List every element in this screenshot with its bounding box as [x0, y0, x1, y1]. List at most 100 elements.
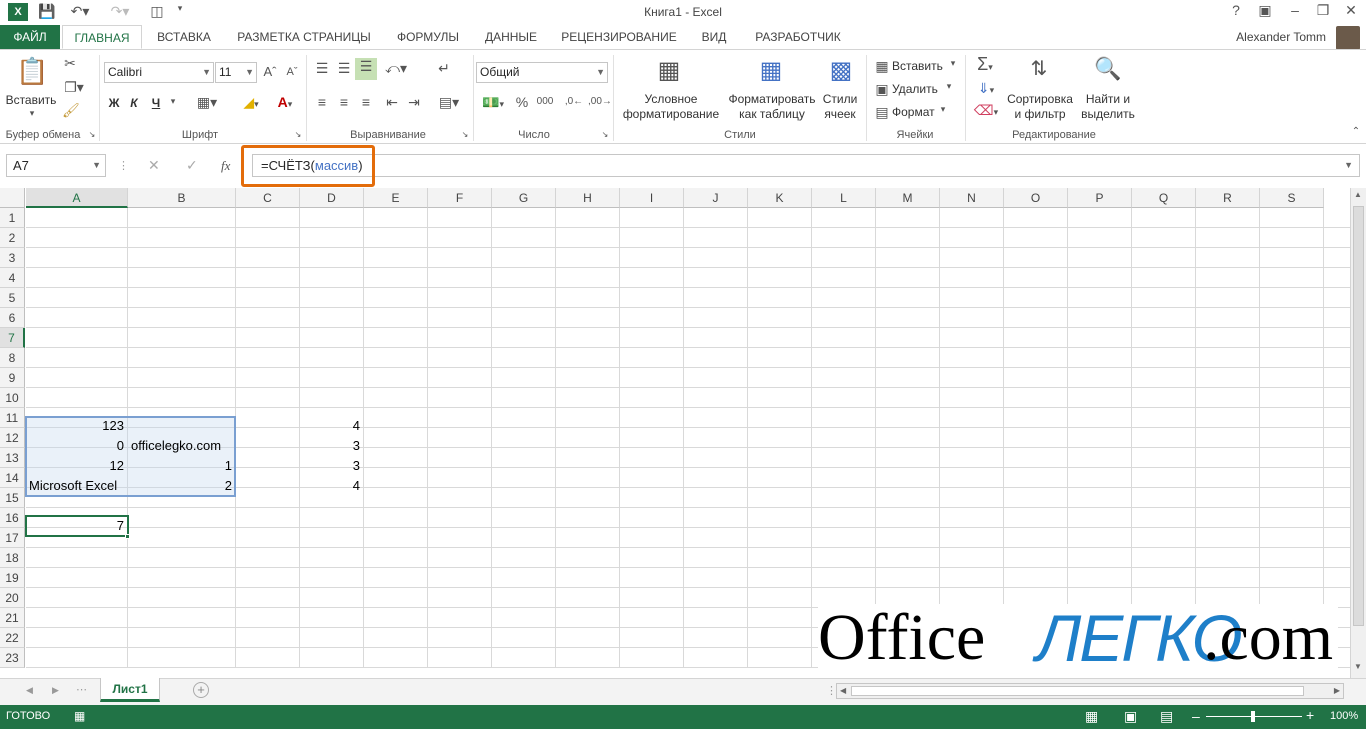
number-launcher-icon[interactable]: ↘: [600, 130, 610, 139]
align-center-icon[interactable]: ≡: [334, 94, 354, 110]
merge-center-icon[interactable]: ▤▾: [432, 94, 466, 111]
scroll-up-icon[interactable]: ▲: [1354, 190, 1362, 199]
format-as-table-icon[interactable]: ▦: [756, 56, 786, 88]
delete-dropdown-icon[interactable]: ▾: [944, 81, 954, 92]
cell-D2[interactable]: 4: [300, 416, 363, 436]
delete-cells-button[interactable]: Удалить: [892, 82, 944, 97]
increase-font-icon[interactable]: Aˆ: [262, 64, 278, 79]
horizontal-scrollbar[interactable]: ◀ ▶: [836, 683, 1344, 699]
format-as-table-button[interactable]: Форматировать как таблицу: [726, 92, 818, 122]
conditional-formatting-button[interactable]: Условное форматирование: [616, 92, 726, 122]
font-color-icon[interactable]: A▾: [270, 94, 300, 110]
tab-developer[interactable]: РАЗРАБОТЧИК: [742, 25, 854, 49]
expand-formula-bar-icon[interactable]: ▼: [1344, 155, 1353, 176]
page-layout-view-icon[interactable]: ▣: [1124, 708, 1137, 725]
cell-D3[interactable]: 3: [300, 436, 363, 456]
decrease-decimal-icon[interactable]: ,00→: [588, 96, 612, 107]
percent-icon[interactable]: %: [514, 94, 530, 110]
cut-icon[interactable]: ✂: [62, 55, 78, 72]
tab-formulas[interactable]: ФОРМУЛЫ: [386, 25, 470, 49]
clear-icon[interactable]: ⌫▾: [972, 102, 1000, 119]
format-cells-icon[interactable]: ▤: [874, 104, 890, 121]
italic-button[interactable]: К: [126, 96, 142, 111]
tab-page-layout[interactable]: РАЗМЕТКА СТРАНИЦЫ: [228, 25, 380, 49]
formula-input[interactable]: =СЧЁТЗ(массив) ▼: [252, 154, 1360, 177]
find-select-icon[interactable]: 🔍: [1092, 56, 1124, 88]
align-top-icon[interactable]: ☰: [312, 60, 332, 77]
format-dropdown-icon[interactable]: ▾: [938, 104, 948, 115]
insert-cells-button[interactable]: Вставить: [892, 59, 944, 74]
thousands-separator-icon[interactable]: 000: [534, 96, 556, 107]
zoom-slider-thumb[interactable]: [1251, 711, 1255, 722]
vertical-scrollbar[interactable]: ▲ ▼: [1350, 188, 1366, 678]
underline-button[interactable]: Ч: [148, 96, 164, 111]
tab-data[interactable]: ДАННЫЕ: [476, 25, 546, 49]
cell-B4[interactable]: 1: [128, 456, 235, 476]
insert-function-icon[interactable]: fx: [221, 158, 230, 174]
bold-button[interactable]: Ж: [106, 96, 122, 111]
borders-icon[interactable]: ▦▾: [192, 94, 222, 111]
tab-file[interactable]: ФАЙЛ: [0, 25, 60, 49]
sort-filter-button[interactable]: Сортировка и фильтр: [1004, 92, 1076, 122]
decrease-indent-icon[interactable]: ⇤: [382, 94, 402, 111]
tab-home[interactable]: ГЛАВНАЯ: [62, 25, 142, 49]
cancel-icon[interactable]: ✕: [148, 157, 160, 174]
font-name-select[interactable]: Calibri ▼: [104, 62, 214, 83]
cell-D5[interactable]: 4: [300, 476, 363, 496]
cell-A3[interactable]: 0: [26, 436, 127, 456]
copy-icon[interactable]: ❐▾: [62, 79, 86, 96]
next-sheet-icon[interactable]: ▶: [52, 685, 59, 696]
fill-icon[interactable]: ⇓▾: [972, 80, 1000, 97]
format-painter-icon[interactable]: 🖌: [62, 102, 80, 119]
collapse-ribbon-icon[interactable]: ⌃: [1350, 126, 1362, 137]
enter-icon[interactable]: ✓: [186, 157, 198, 174]
sheet-tab-1[interactable]: Лист1: [100, 678, 160, 702]
fill-color-icon[interactable]: ◢▾: [236, 94, 266, 111]
tab-insert[interactable]: ВСТАВКА: [146, 25, 222, 49]
increase-indent-icon[interactable]: ⇥: [404, 94, 424, 111]
font-size-select[interactable]: 11 ▼: [215, 62, 257, 83]
zoom-in-icon[interactable]: +: [1306, 707, 1314, 723]
cell-styles-icon[interactable]: ▩: [826, 56, 856, 88]
scroll-right-icon[interactable]: ▶: [1334, 686, 1340, 695]
clipboard-launcher-icon[interactable]: ↘: [87, 130, 97, 139]
format-cells-button[interactable]: Формат: [892, 105, 938, 120]
page-break-view-icon[interactable]: ▤: [1160, 708, 1173, 725]
cell-B3[interactable]: officelegko.com: [128, 436, 235, 456]
orientation-icon[interactable]: ⤺▾: [382, 60, 410, 77]
sheet-nav-dots-icon[interactable]: ⋯: [76, 683, 87, 696]
cell-B5[interactable]: 2: [128, 476, 235, 496]
zoom-level[interactable]: 100%: [1330, 710, 1358, 722]
name-box[interactable]: A7 ▼: [6, 154, 106, 177]
macro-record-icon[interactable]: ▦: [74, 709, 85, 723]
align-left-icon[interactable]: ≡: [312, 94, 332, 110]
restore-icon[interactable]: ❐: [1308, 2, 1338, 22]
worksheet-grid[interactable]: ABCDEFGHIJKLMNOPQRS 1 2 3 4 5 6 7 8 9 10 11 12 13 14 1…: [0, 188, 1350, 670]
minimize-icon[interactable]: –: [1280, 2, 1310, 22]
font-launcher-icon[interactable]: ↘: [293, 130, 303, 139]
avatar[interactable]: [1336, 26, 1360, 50]
sort-filter-icon[interactable]: ⇅: [1022, 56, 1056, 88]
autosum-icon[interactable]: Σ▾: [970, 54, 1000, 75]
currency-format-icon[interactable]: 💵▾: [478, 94, 508, 111]
ribbon-display-icon[interactable]: ▣: [1250, 2, 1280, 22]
hscroll-thumb[interactable]: [851, 686, 1304, 696]
user-name[interactable]: Alexander Tomm: [1236, 30, 1326, 44]
cell-A4[interactable]: 12: [26, 456, 127, 476]
scroll-down-icon[interactable]: ▼: [1354, 662, 1362, 671]
decrease-font-icon[interactable]: Aˇ: [284, 66, 300, 78]
tab-view[interactable]: ВИД: [692, 25, 736, 49]
cell-styles-button[interactable]: Стили ячеек: [816, 92, 864, 122]
normal-view-icon[interactable]: ▦: [1085, 708, 1098, 725]
align-right-icon[interactable]: ≡: [356, 94, 376, 110]
cell-A5[interactable]: Microsoft Excel: [26, 476, 127, 496]
prev-sheet-icon[interactable]: ◀: [26, 685, 33, 696]
delete-cells-icon[interactable]: ▣: [874, 81, 890, 98]
increase-decimal-icon[interactable]: ,0←: [564, 96, 584, 107]
insert-dropdown-icon[interactable]: ▾: [948, 58, 958, 69]
cell-A2[interactable]: 123: [26, 416, 127, 436]
add-sheet-icon[interactable]: +: [193, 682, 209, 698]
paste-icon[interactable]: 📋: [16, 56, 48, 90]
alignment-launcher-icon[interactable]: ↘: [460, 130, 470, 139]
cell-D4[interactable]: 3: [300, 456, 363, 476]
